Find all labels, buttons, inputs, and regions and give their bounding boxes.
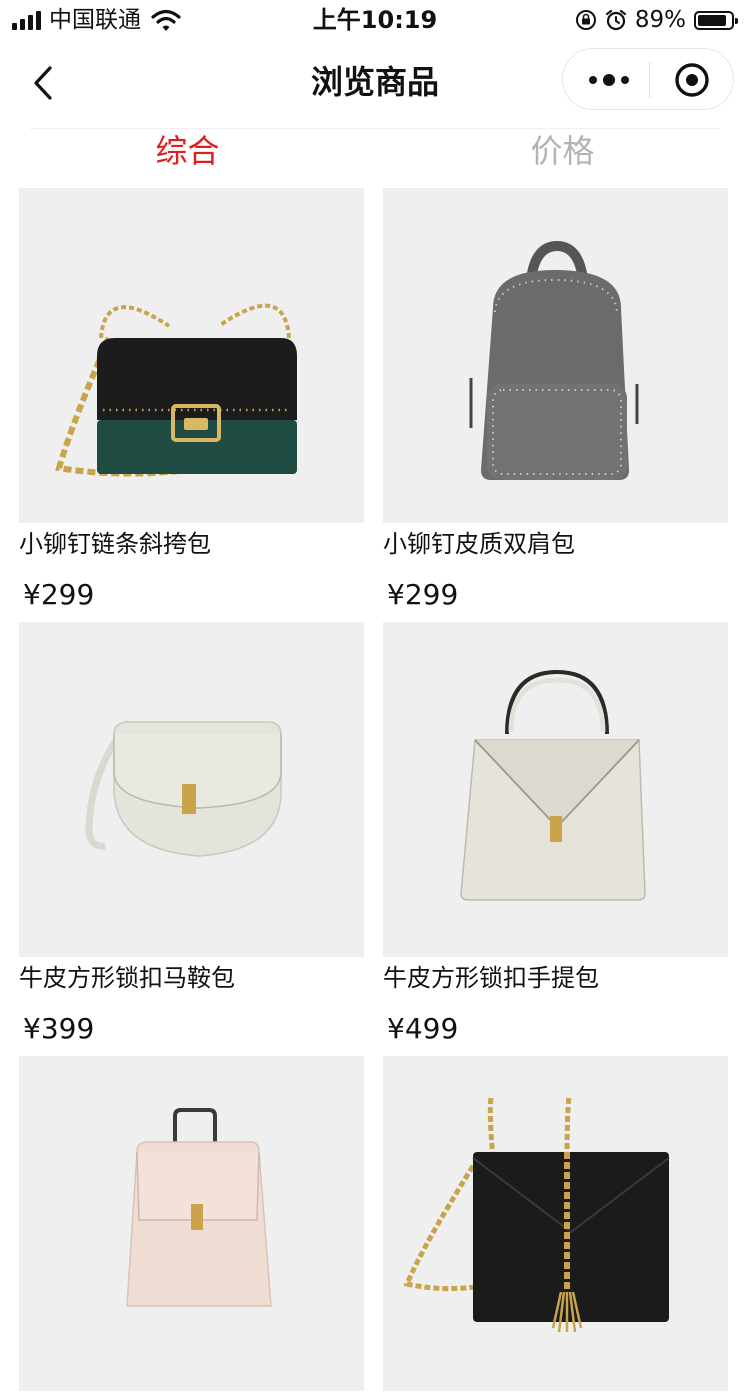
product-card[interactable] xyxy=(383,1056,728,1395)
tab-price[interactable]: 价格 xyxy=(375,128,750,174)
top-handle-bag-image xyxy=(460,669,646,901)
more-dots-icon xyxy=(589,76,597,84)
rotation-lock-icon xyxy=(575,10,596,30)
product-name: 牛皮方形锁扣手提包 xyxy=(383,964,599,992)
product-card[interactable]: 牛皮方形锁扣手提包 ¥499 xyxy=(383,622,728,1049)
miniprogram-capsule xyxy=(562,48,734,110)
product-card[interactable] xyxy=(19,1056,364,1395)
black-chain-bag-image xyxy=(403,1095,670,1333)
battery-percent: 89% xyxy=(634,7,686,33)
close-miniprogram-button[interactable] xyxy=(673,61,711,99)
product-card[interactable]: 小铆钉皮质双肩包 ¥299 xyxy=(383,188,728,615)
product-name: 牛皮方形锁扣马鞍包 xyxy=(19,964,235,992)
product-price: ¥399 xyxy=(23,1012,95,1045)
capsule-divider xyxy=(649,62,650,98)
product-name: 小铆钉链条斜挎包 xyxy=(19,530,211,558)
product-card[interactable]: 牛皮方形锁扣马鞍包 ¥399 xyxy=(19,622,364,1049)
product-price: ¥299 xyxy=(387,578,459,611)
battery-icon xyxy=(694,10,738,30)
battery-fill xyxy=(698,14,726,26)
product-price: ¥299 xyxy=(23,578,95,611)
product-image[interactable] xyxy=(383,622,728,957)
alarm-icon xyxy=(605,9,626,31)
tab-comprehensive[interactable]: 综合 xyxy=(0,128,375,174)
pink-backpack-image xyxy=(126,1108,272,1307)
nav-bar: 浏览商品 xyxy=(0,40,750,128)
product-image[interactable] xyxy=(19,188,364,523)
product-image[interactable] xyxy=(383,188,728,523)
more-button[interactable] xyxy=(581,65,637,95)
product-image[interactable] xyxy=(19,1056,364,1391)
product-image[interactable] xyxy=(19,622,364,957)
status-right: 89% xyxy=(575,6,738,34)
product-image[interactable] xyxy=(383,1056,728,1391)
product-price: ¥499 xyxy=(387,1012,459,1045)
studded-backpack-image xyxy=(469,240,639,480)
status-bar: 中国联通 上午10:19 89% xyxy=(0,0,750,40)
saddle-bag-image xyxy=(85,719,282,857)
sort-tabs: 综合 价格 xyxy=(0,128,750,180)
chain-crossbody-bag-image xyxy=(55,303,297,477)
target-circle-icon xyxy=(675,63,709,97)
product-name: 小铆钉皮质双肩包 xyxy=(383,530,575,558)
product-card[interactable]: 小铆钉链条斜挎包 ¥299 xyxy=(19,188,364,615)
